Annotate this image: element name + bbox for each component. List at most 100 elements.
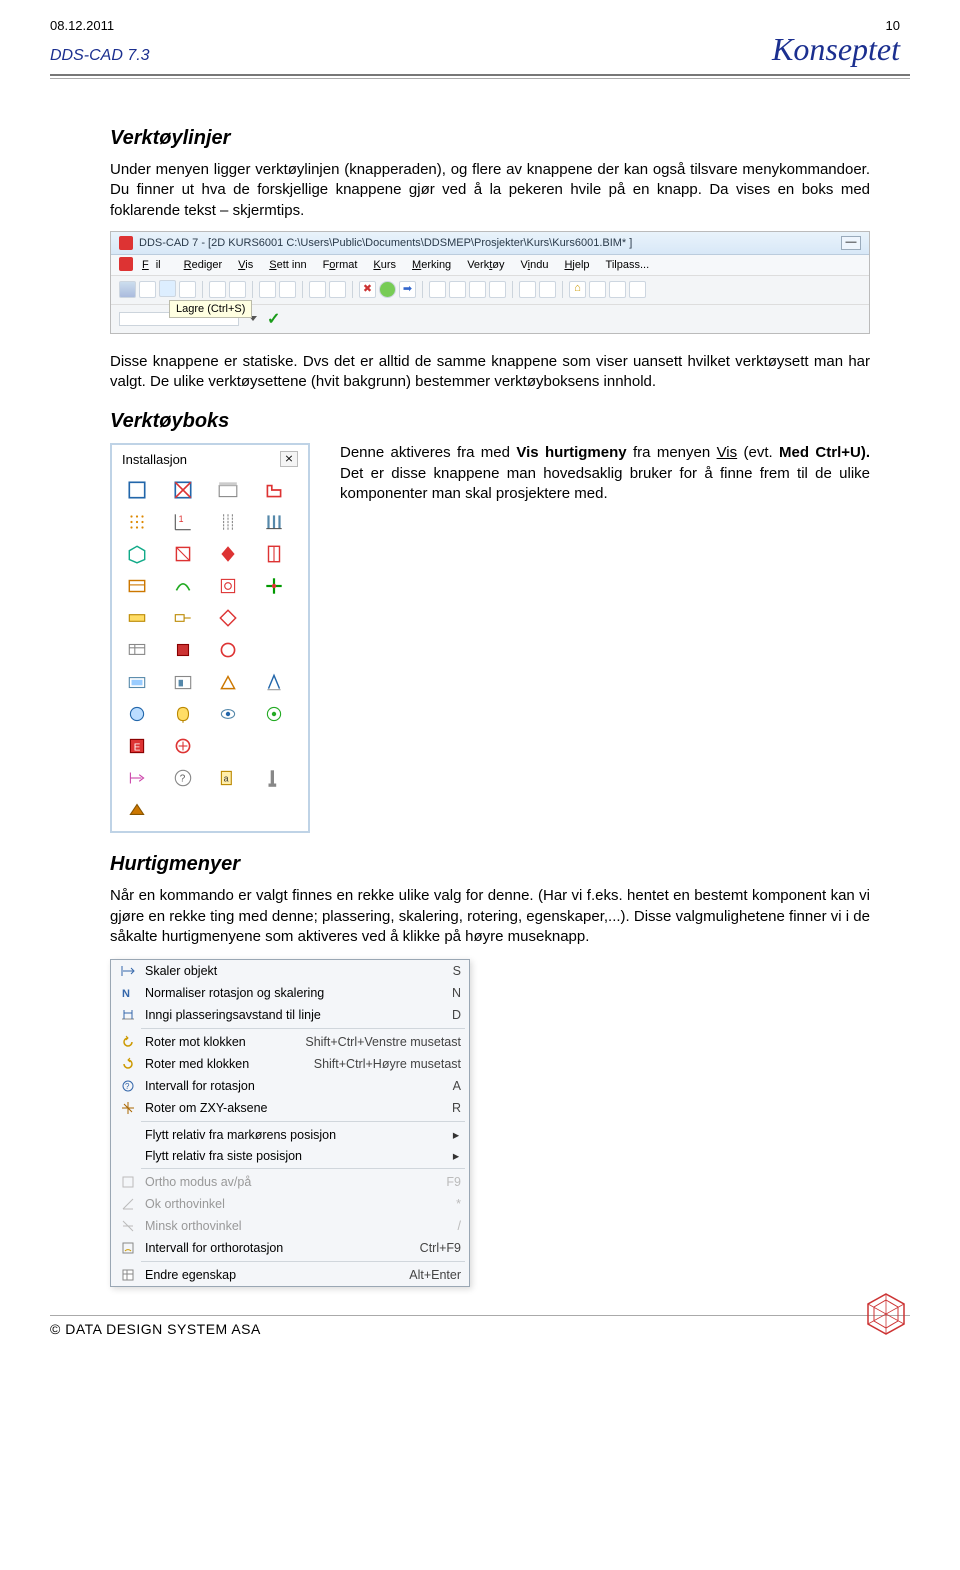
context-menu-item-label: Roter mot klokken [141, 1035, 293, 1049]
vb-icon[interactable] [215, 509, 241, 535]
toolbar-icon[interactable] [519, 281, 536, 298]
vb-icon[interactable] [261, 733, 287, 759]
toolbar-icon[interactable] [379, 281, 396, 298]
context-menu-item[interactable]: Skaler objektS [111, 960, 469, 982]
vb-icon[interactable] [261, 605, 287, 631]
ok-check-icon[interactable]: ✓ [267, 309, 280, 329]
vb-icon[interactable]: E [124, 733, 150, 759]
toolbar-icon[interactable]: ➡ [399, 281, 416, 298]
vb-icon[interactable]: ? [170, 765, 196, 791]
toolbar-icon[interactable] [329, 281, 346, 298]
menu-settinn[interactable]: Sett inn [262, 257, 313, 273]
verktoyboks-panel-title: Installasjon [122, 452, 187, 467]
vb-icon[interactable] [215, 477, 241, 503]
context-menu-item[interactable]: NNormaliser rotasjon og skaleringN [111, 982, 469, 1004]
context-menu-item[interactable]: Endre egenskapAlt+Enter [111, 1264, 469, 1286]
vb-icon[interactable] [215, 701, 241, 727]
toolbar-icon[interactable] [309, 281, 326, 298]
footer-logo-icon [862, 1290, 910, 1338]
verktoyboks-close-button[interactable]: ⨯ [280, 451, 298, 467]
toolbar-icon[interactable] [489, 281, 506, 298]
vb-icon[interactable] [124, 541, 150, 567]
menu-vis[interactable]: Vis [231, 257, 260, 273]
context-menu-item[interactable]: Roter om ZXY-akseneR [111, 1097, 469, 1119]
vb-icon[interactable] [261, 541, 287, 567]
vb-icon[interactable] [170, 605, 196, 631]
vb-icon[interactable] [170, 797, 196, 823]
toolbar-icon[interactable]: ⌂ [569, 281, 586, 298]
vb-icon[interactable] [124, 797, 150, 823]
context-menu-item[interactable]: Intervall for orthorotasjonCtrl+F9 [111, 1237, 469, 1259]
vb-icon[interactable] [124, 637, 150, 663]
context-menu-item-shortcut: A [441, 1079, 461, 1093]
vb-icon[interactable] [261, 701, 287, 727]
vb-icon[interactable] [261, 637, 287, 663]
toolbar-icon[interactable] [539, 281, 556, 298]
menu-kurs[interactable]: Kurs [366, 257, 403, 273]
menu-fil[interactable]: Fil [135, 257, 175, 273]
minimize-button[interactable]: — [841, 236, 861, 250]
vb-icon[interactable] [124, 509, 150, 535]
vb-icon[interactable] [170, 541, 196, 567]
toolbar-icon[interactable] [179, 281, 196, 298]
toolbar-icon[interactable] [139, 281, 156, 298]
vb-icon[interactable]: a [215, 765, 241, 791]
vb-icon[interactable] [215, 605, 241, 631]
verktoyboks-grid: 1 [116, 473, 304, 827]
menu-merking[interactable]: Merking [405, 257, 458, 273]
toolbar-save-icon[interactable] [159, 280, 176, 297]
toolbar-icon[interactable] [629, 281, 646, 298]
toolbar-icon[interactable] [279, 281, 296, 298]
menu-rediger[interactable]: Rediger [177, 257, 230, 273]
vb-icon[interactable] [170, 669, 196, 695]
vb-icon[interactable] [124, 573, 150, 599]
context-menu-item[interactable]: Roter med klokkenShift+Ctrl+Høyre museta… [111, 1053, 469, 1075]
vb-icon[interactable] [261, 509, 287, 535]
verktoyboks-paragraph: Denne aktiveres fra med Vis hurtigmeny f… [340, 443, 870, 504]
vb-icon[interactable] [170, 733, 196, 759]
vb-icon[interactable] [261, 797, 287, 823]
context-menu-item[interactable]: Roter mot klokkenShift+Ctrl+Venstre muse… [111, 1031, 469, 1053]
menu-vindu[interactable]: Vindu [514, 257, 556, 273]
vb-icon[interactable] [124, 701, 150, 727]
vb-icon[interactable] [215, 733, 241, 759]
vb-icon[interactable] [261, 669, 287, 695]
menu-format[interactable]: Format [316, 257, 365, 273]
context-menu-item-label: Minsk orthovinkel [141, 1219, 446, 1233]
vb-icon[interactable] [215, 669, 241, 695]
vb-icon[interactable]: 1 [170, 509, 196, 535]
vb-icon[interactable] [215, 573, 241, 599]
context-menu-item[interactable]: ?Intervall for rotasjonA [111, 1075, 469, 1097]
vb-icon[interactable] [170, 573, 196, 599]
vb-icon[interactable] [124, 605, 150, 631]
context-menu-item[interactable]: Flytt relativ fra siste posisjon▸ [111, 1145, 469, 1166]
vb-icon[interactable] [124, 765, 150, 791]
toolbar-icon[interactable] [589, 281, 606, 298]
toolbar-icon[interactable] [469, 281, 486, 298]
toolbar-icon[interactable] [209, 281, 226, 298]
toolbar-icon[interactable] [229, 281, 246, 298]
vb-icon[interactable] [170, 477, 196, 503]
vb-icon[interactable] [261, 573, 287, 599]
menu-verktoy[interactable]: Verktøy [460, 257, 511, 273]
context-menu-item[interactable]: Inngi plasseringsavstand til linjeD [111, 1004, 469, 1026]
vb-icon[interactable] [215, 637, 241, 663]
menu-tilpass[interactable]: Tilpass... [599, 257, 657, 273]
toolbar-icon[interactable]: ✖ [359, 281, 376, 298]
vb-icon[interactable] [261, 765, 287, 791]
vb-icon[interactable] [215, 797, 241, 823]
toolbar-icon[interactable] [119, 281, 136, 298]
vb-icon[interactable] [261, 477, 287, 503]
toolbar-icon[interactable] [449, 281, 466, 298]
vb-icon[interactable] [124, 477, 150, 503]
toolbar-icon[interactable] [259, 281, 276, 298]
toolbar-icon[interactable] [429, 281, 446, 298]
toolbar-icon[interactable] [609, 281, 626, 298]
vb-icon[interactable] [170, 637, 196, 663]
menu-hjelp[interactable]: Hjelp [557, 257, 596, 273]
vb-icon[interactable] [215, 541, 241, 567]
tooltip: Lagre (Ctrl+S) [169, 300, 252, 318]
vb-icon[interactable] [124, 669, 150, 695]
vb-icon[interactable] [170, 701, 196, 727]
context-menu-item[interactable]: Flytt relativ fra markørens posisjon▸ [111, 1124, 469, 1145]
